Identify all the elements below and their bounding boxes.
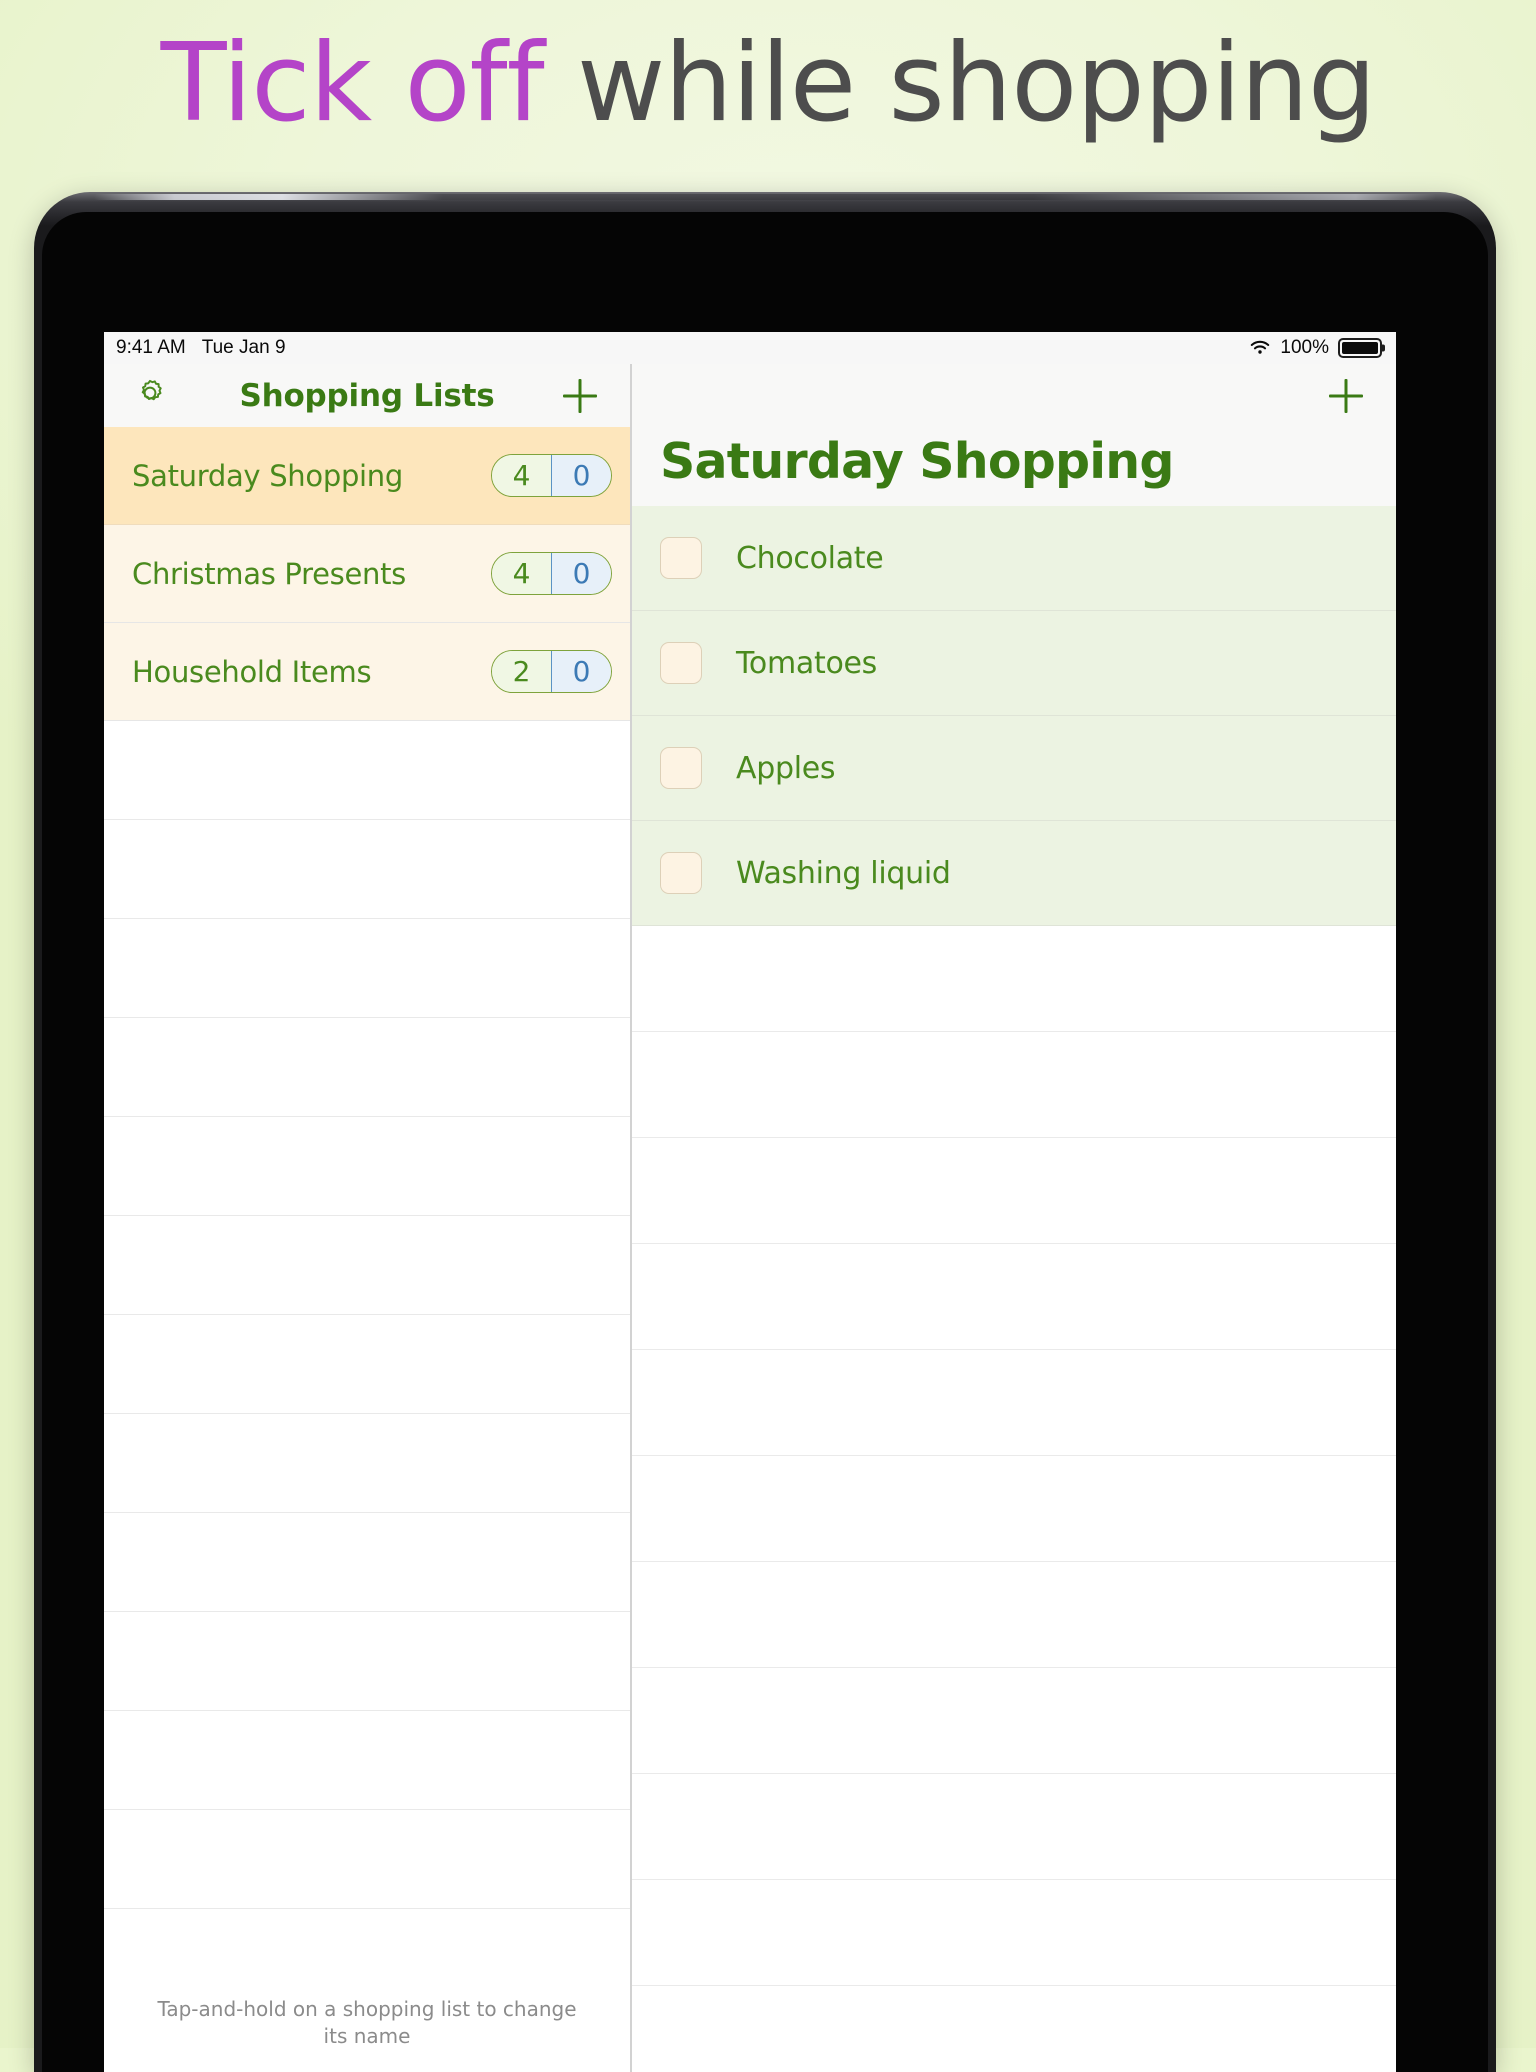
empty-item-row xyxy=(632,1244,1396,1350)
item-checkbox[interactable] xyxy=(660,642,702,684)
empty-item-row xyxy=(632,1032,1396,1138)
battery-full-icon xyxy=(1338,338,1382,358)
empty-item-row xyxy=(632,1562,1396,1668)
shopping-list-name: Saturday Shopping xyxy=(132,458,403,493)
headline-rest: while shopping xyxy=(543,21,1376,146)
add-item-button[interactable] xyxy=(1324,374,1368,418)
shopping-items-container: Chocolate Tomatoes Apples Washing liquid xyxy=(632,506,1396,926)
wifi-icon xyxy=(1249,340,1271,356)
remaining-count: 4 xyxy=(492,455,551,496)
gear-icon xyxy=(134,377,166,414)
tablet-screen: 9:41 AM Tue Jan 9 100% Shopping Lists Sa… xyxy=(104,332,1396,2072)
empty-item-row xyxy=(632,926,1396,1032)
empty-item-row xyxy=(632,1350,1396,1456)
master-pane: Shopping Lists Saturday Shopping 4 0 Christ… xyxy=(104,364,632,2072)
settings-button[interactable] xyxy=(129,375,171,417)
split-view: Shopping Lists Saturday Shopping 4 0 Christ… xyxy=(104,364,1396,2072)
status-time: 9:41 AM xyxy=(116,337,186,358)
shopping-list-name: Christmas Presents xyxy=(132,556,406,591)
status-date: Tue Jan 9 xyxy=(201,337,286,358)
shopping-lists-container: Saturday Shopping 4 0 Christmas Presents 4 0 H… xyxy=(104,427,630,721)
remaining-count: 2 xyxy=(492,651,551,692)
shopping-item-row[interactable]: Chocolate xyxy=(632,506,1396,611)
shopping-list-row[interactable]: Saturday Shopping 4 0 xyxy=(104,427,630,525)
shopping-item-name: Apples xyxy=(736,750,836,786)
empty-list-row xyxy=(104,820,630,919)
empty-item-row xyxy=(632,1774,1396,1880)
shopping-list-row[interactable]: Christmas Presents 4 0 xyxy=(104,525,630,623)
shopping-list-row[interactable]: Household Items 2 0 xyxy=(104,623,630,721)
empty-list-row xyxy=(104,1711,630,1810)
empty-list-row xyxy=(104,1414,630,1513)
item-checkbox[interactable] xyxy=(660,747,702,789)
detail-pane: Saturday Shopping Chocolate Tomatoes Apple… xyxy=(632,364,1396,2072)
done-count: 0 xyxy=(551,651,611,692)
headline-accent: Tick off xyxy=(160,21,545,146)
empty-rows-left xyxy=(104,721,630,1909)
empty-item-row xyxy=(632,1456,1396,1562)
list-count-badge: 40 xyxy=(491,552,612,595)
master-title: Shopping Lists xyxy=(239,377,495,414)
master-footer-hint: Tap-and-hold on a shopping list to chang… xyxy=(157,1997,577,2048)
master-navigation-bar: Shopping Lists xyxy=(104,364,630,427)
empty-list-row xyxy=(104,919,630,1018)
list-count-badge: 20 xyxy=(491,650,612,693)
detail-title: Saturday Shopping xyxy=(632,427,1396,506)
remaining-count: 4 xyxy=(492,553,551,594)
add-list-button[interactable] xyxy=(558,374,602,418)
empty-list-row xyxy=(104,1513,630,1612)
empty-item-row xyxy=(632,1668,1396,1774)
shopping-items-table[interactable]: Chocolate Tomatoes Apples Washing liquid xyxy=(632,506,1396,2072)
shopping-item-name: Chocolate xyxy=(736,540,884,576)
empty-list-row xyxy=(104,1810,630,1909)
battery-percent-label: 100% xyxy=(1280,337,1329,358)
list-count-badge: 40 xyxy=(491,454,612,497)
detail-navigation-bar xyxy=(632,364,1396,427)
shopping-list-name: Household Items xyxy=(132,654,372,689)
shopping-item-name: Tomatoes xyxy=(736,645,877,681)
shopping-item-row[interactable]: Apples xyxy=(632,716,1396,821)
empty-list-row xyxy=(104,721,630,820)
item-checkbox[interactable] xyxy=(660,537,702,579)
empty-list-row xyxy=(104,1315,630,1414)
empty-item-row xyxy=(632,1138,1396,1244)
shopping-item-row[interactable]: Tomatoes xyxy=(632,611,1396,716)
status-bar-left: 9:41 AM Tue Jan 9 xyxy=(104,337,286,359)
tablet-top-edge-highlight xyxy=(94,194,1436,200)
item-checkbox[interactable] xyxy=(660,852,702,894)
empty-list-row xyxy=(104,1612,630,1711)
shopping-lists-table[interactable]: Saturday Shopping 4 0 Christmas Presents 4 0 H… xyxy=(104,427,630,2072)
empty-rows-right xyxy=(632,926,1396,1986)
tablet-device-frame: 9:41 AM Tue Jan 9 100% Shopping Lists Sa… xyxy=(34,192,1496,2072)
empty-item-row xyxy=(632,1880,1396,1986)
empty-list-row xyxy=(104,1117,630,1216)
empty-list-row xyxy=(104,1216,630,1315)
shopping-item-name: Washing liquid xyxy=(736,855,951,891)
page-headline: Tick off while shopping xyxy=(0,21,1536,146)
done-count: 0 xyxy=(551,553,611,594)
shopping-item-row[interactable]: Washing liquid xyxy=(632,821,1396,926)
status-bar: 9:41 AM Tue Jan 9 100% xyxy=(104,332,1396,364)
status-bar-right: 100% xyxy=(1249,337,1396,359)
done-count: 0 xyxy=(551,455,611,496)
empty-list-row xyxy=(104,1018,630,1117)
